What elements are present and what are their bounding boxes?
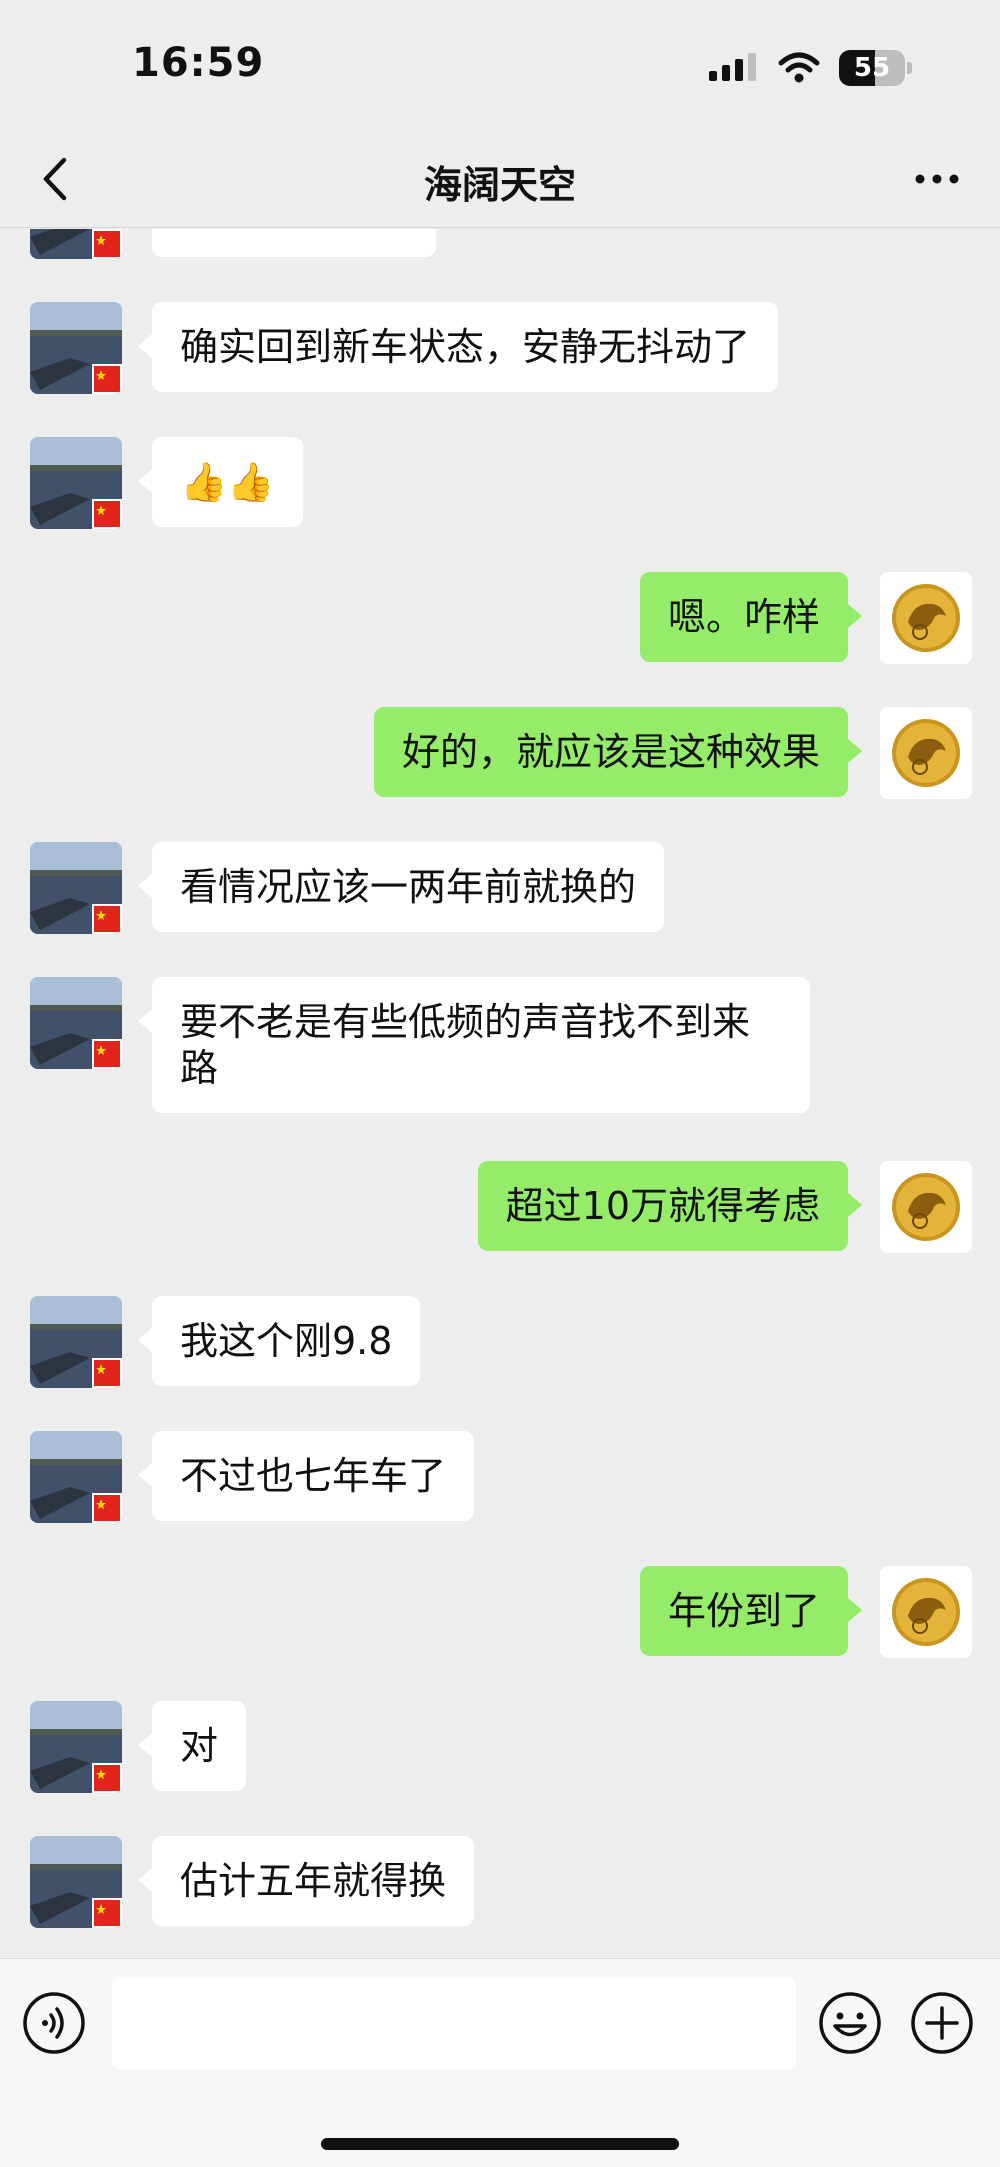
message-bubble[interactable]: 要不老是有些低频的声音找不到来路 [138,977,810,1113]
message-bubble[interactable]: 嗯。咋样 [639,572,863,662]
more-options-icon[interactable] [910,152,964,206]
battery-tip [907,62,912,74]
message-bubble[interactable]: 对 [137,1701,247,1791]
input-bar [0,1958,1000,2167]
contact-avatar[interactable] [30,437,122,529]
contact-avatar[interactable] [30,842,122,934]
my-avatar[interactable] [880,1566,972,1658]
battery-percent: 55 [853,53,891,83]
message-bubble[interactable]: 确实回到新车状态，安静无抖动了 [137,302,779,392]
contact-avatar[interactable] [30,1296,122,1388]
message-list[interactable]: 方脚有差不了确实回到新车状态，安静无抖动了 👍👍 嗯。咋样好的，就应该是这种效果看情… [0,229,1000,1957]
message-bubble[interactable]: 方脚有差不了 [152,229,437,257]
contact-avatar[interactable] [30,229,122,259]
message-input[interactable] [112,1977,796,2069]
message-bubble[interactable]: 超过10万就得考虑 [477,1161,863,1251]
contact-avatar[interactable] [30,1836,122,1928]
cellular-signal-icon [709,53,756,81]
status-indicators: 55 [709,48,912,88]
message-bubble[interactable]: 不过也七年车了 [137,1431,475,1521]
emoji-icon[interactable] [818,1991,882,2055]
message-bubble[interactable]: 年份到了 [639,1566,863,1656]
message-bubble[interactable]: 估计五年就得换 [137,1836,475,1926]
status-bar: 16:59 55 [0,0,1000,130]
contact-avatar[interactable] [30,1701,122,1793]
message-bubble[interactable]: 看情况应该一两年前就换的 [137,842,665,932]
home-indicator [321,2138,679,2150]
wifi-icon [778,52,820,83]
battery-icon: 55 [839,50,905,86]
my-avatar[interactable] [880,707,972,799]
contact-avatar[interactable] [30,1431,122,1523]
message-bubble[interactable]: 我这个刚9.8 [137,1296,421,1386]
voice-input-icon[interactable] [22,1991,86,2055]
my-avatar[interactable] [880,1161,972,1253]
contact-avatar[interactable] [30,302,122,394]
message-bubble[interactable]: 好的，就应该是这种效果 [373,707,863,797]
my-avatar[interactable] [880,572,972,664]
chat-title: 海阔天空 [423,163,576,207]
status-time: 16:59 [132,40,265,86]
message-bubble[interactable]: 👍👍 [138,437,303,527]
plus-icon[interactable] [910,1991,974,2055]
contact-avatar[interactable] [30,977,122,1069]
chat-header: 海阔天空 [0,130,1000,228]
